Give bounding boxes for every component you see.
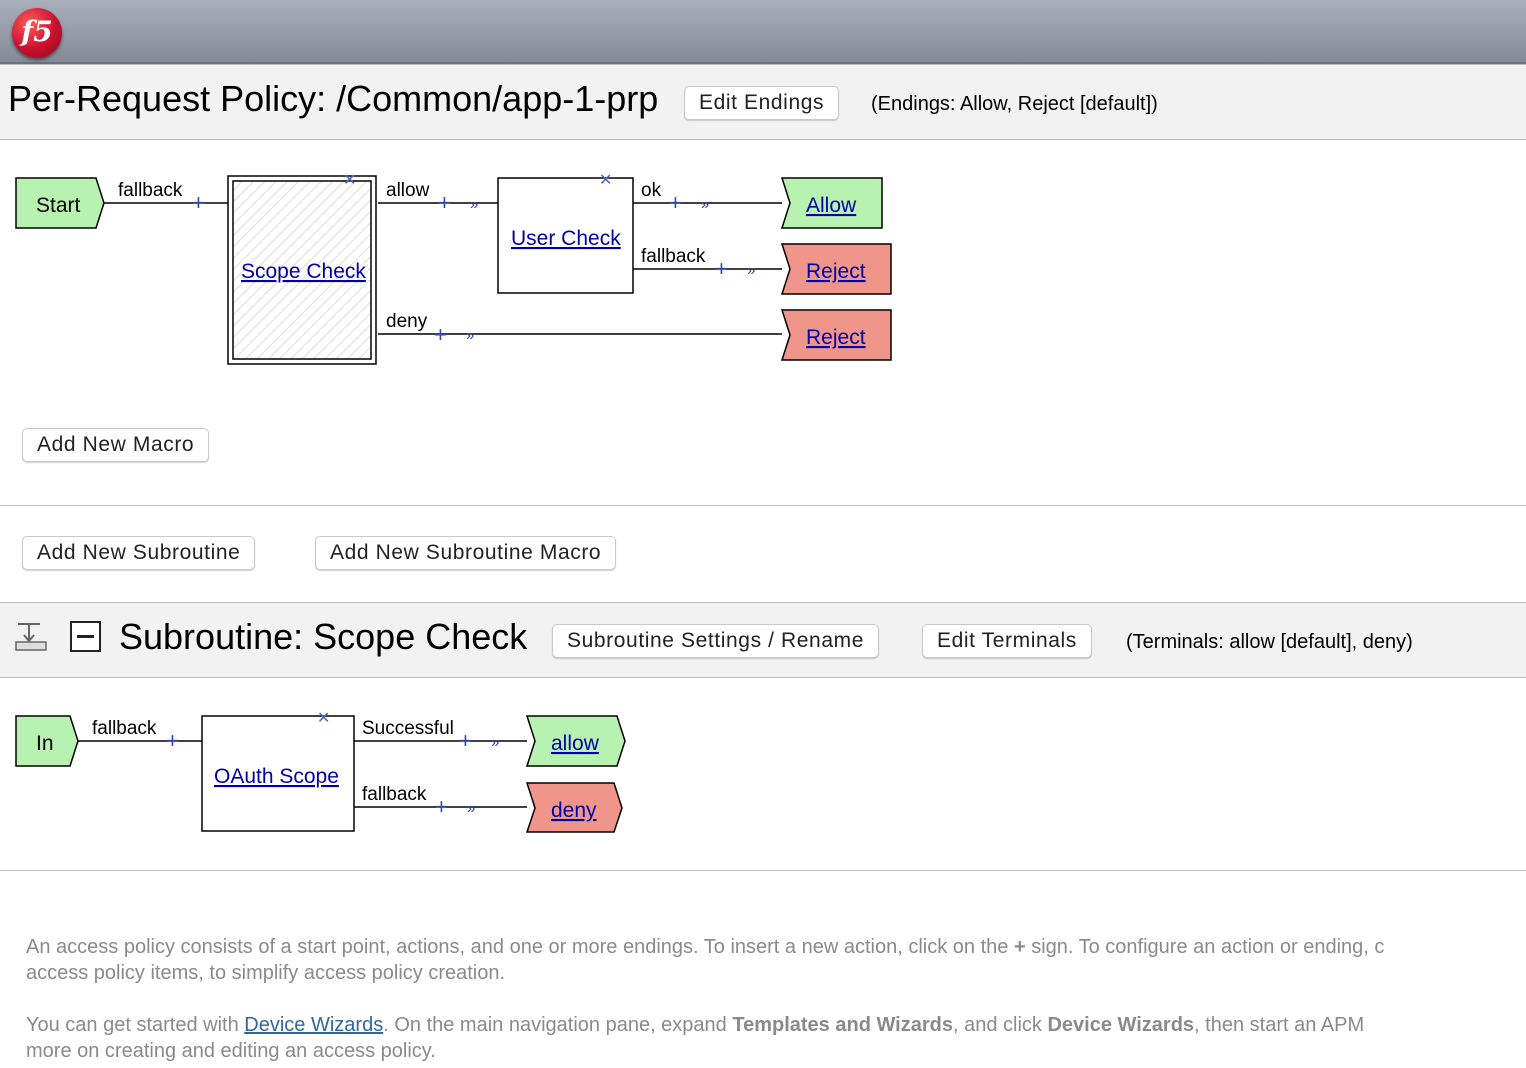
- remove-node-icon[interactable]: ✕: [599, 172, 612, 189]
- add-new-subroutine-macro-button[interactable]: Add New Subroutine Macro: [315, 536, 617, 570]
- arrow-icon: »: [467, 800, 475, 817]
- ending-allow-link[interactable]: Allow: [806, 194, 857, 217]
- in-branch-label: fallback: [92, 718, 157, 739]
- scope-branch-allow: allow: [386, 180, 430, 201]
- start-branch-label: fallback: [118, 180, 183, 201]
- subroutine-title: Subroutine: Scope Check: [119, 616, 528, 657]
- help-line-2: access policy items, to simplify access …: [26, 962, 506, 984]
- arrow-icon: »: [466, 327, 474, 344]
- terminal-allow[interactable]: allow: [525, 715, 626, 767]
- device-wizards-link[interactable]: Device Wizards: [244, 1014, 383, 1036]
- ending-reject-link[interactable]: Reject: [806, 260, 866, 283]
- subroutine-settings-button[interactable]: Subroutine Settings / Rename: [552, 624, 879, 658]
- help-line-3b: . On the main navigation pane, expand: [383, 1014, 727, 1036]
- terminals-note: (Terminals: allow [default], deny): [1126, 631, 1413, 653]
- help-line-3c: , and click: [952, 1014, 1042, 1036]
- plus-sign-text: +: [1013, 936, 1026, 958]
- endings-note: (Endings: Allow, Reject [default]): [871, 93, 1158, 115]
- terminal-deny-link[interactable]: deny: [551, 799, 597, 822]
- top-banner: f5: [0, 0, 1526, 64]
- templates-wizards-bold: Templates and Wizards: [732, 1014, 953, 1036]
- user-branch-ok: ok: [641, 180, 662, 201]
- arrow-icon: »: [701, 196, 709, 213]
- terminal-deny[interactable]: deny: [525, 782, 623, 833]
- collapse-icon[interactable]: [70, 621, 101, 652]
- user-check-link[interactable]: User Check: [511, 227, 621, 250]
- help-line-3a: You can get started with: [26, 1014, 239, 1036]
- user-check-node[interactable]: User Check ✕: [497, 172, 634, 294]
- arrow-icon: »: [491, 734, 499, 751]
- ending-reject[interactable]: Reject: [780, 243, 892, 295]
- insert-plus-icon[interactable]: +: [166, 728, 179, 753]
- scope-branch-deny: deny: [386, 311, 428, 332]
- f5-logo: f5: [12, 8, 62, 58]
- subroutine-drag-icon[interactable]: [14, 620, 50, 654]
- oauth-scope-node[interactable]: OAuth Scope ✕: [201, 710, 355, 832]
- add-new-macro-button[interactable]: Add New Macro: [22, 428, 210, 462]
- policy-title: Per-Request Policy: /Common/app-1-prp: [8, 78, 659, 119]
- arrow-icon: »: [747, 262, 755, 279]
- help-line-1: An access policy consists of a start poi…: [26, 936, 1009, 958]
- insert-plus-icon[interactable]: +: [669, 190, 682, 215]
- subroutine-flow-diagram: In fallback + OAuth Scope ✕ Successful +…: [15, 710, 626, 833]
- in-label: In: [36, 732, 54, 755]
- oauth-branch-fallback: fallback: [362, 784, 427, 805]
- insert-plus-icon[interactable]: +: [715, 256, 728, 281]
- help-line-1b: sign. To configure an action or ending, …: [1031, 936, 1385, 958]
- policy-flow-diagram: Start fallback + Scope Check ✕ allow + »…: [15, 172, 892, 365]
- divider: [0, 505, 1526, 506]
- device-wizards-bold: Device Wizards: [1047, 1014, 1195, 1036]
- help-line-4: more on creating and editing an access p…: [26, 1040, 436, 1062]
- help-line-3d: , then start an APM: [1194, 1014, 1365, 1036]
- insert-plus-icon[interactable]: +: [435, 794, 448, 819]
- insert-plus-icon[interactable]: +: [438, 190, 451, 215]
- remove-node-icon[interactable]: ✕: [317, 710, 330, 727]
- insert-plus-icon[interactable]: +: [434, 322, 447, 347]
- ending-reject-link[interactable]: Reject: [806, 326, 866, 349]
- insert-plus-icon[interactable]: +: [192, 190, 205, 215]
- in-node[interactable]: In: [15, 715, 79, 767]
- arrow-icon: »: [470, 196, 478, 213]
- terminal-allow-link[interactable]: allow: [551, 732, 600, 755]
- divider: [0, 870, 1526, 871]
- oauth-branch-successful: Successful: [362, 718, 454, 739]
- start-label: Start: [36, 194, 81, 217]
- insert-plus-icon[interactable]: +: [459, 728, 472, 753]
- help-paragraph-1: An access policy consists of a start poi…: [26, 934, 1526, 986]
- oauth-scope-link[interactable]: OAuth Scope: [214, 765, 339, 788]
- edit-terminals-button[interactable]: Edit Terminals: [922, 624, 1092, 658]
- edit-endings-button[interactable]: Edit Endings: [684, 86, 840, 120]
- add-new-subroutine-button[interactable]: Add New Subroutine: [22, 536, 256, 570]
- scope-check-link[interactable]: Scope Check: [241, 260, 366, 283]
- start-node[interactable]: Start: [15, 177, 105, 229]
- remove-node-icon[interactable]: ✕: [343, 172, 356, 189]
- scope-check-node[interactable]: Scope Check ✕: [227, 172, 377, 365]
- ending-reject[interactable]: Reject: [780, 309, 892, 361]
- user-branch-fallback: fallback: [641, 246, 706, 267]
- help-paragraph-2: You can get started with Device Wizards.…: [26, 1012, 1526, 1064]
- ending-allow[interactable]: Allow: [780, 177, 883, 229]
